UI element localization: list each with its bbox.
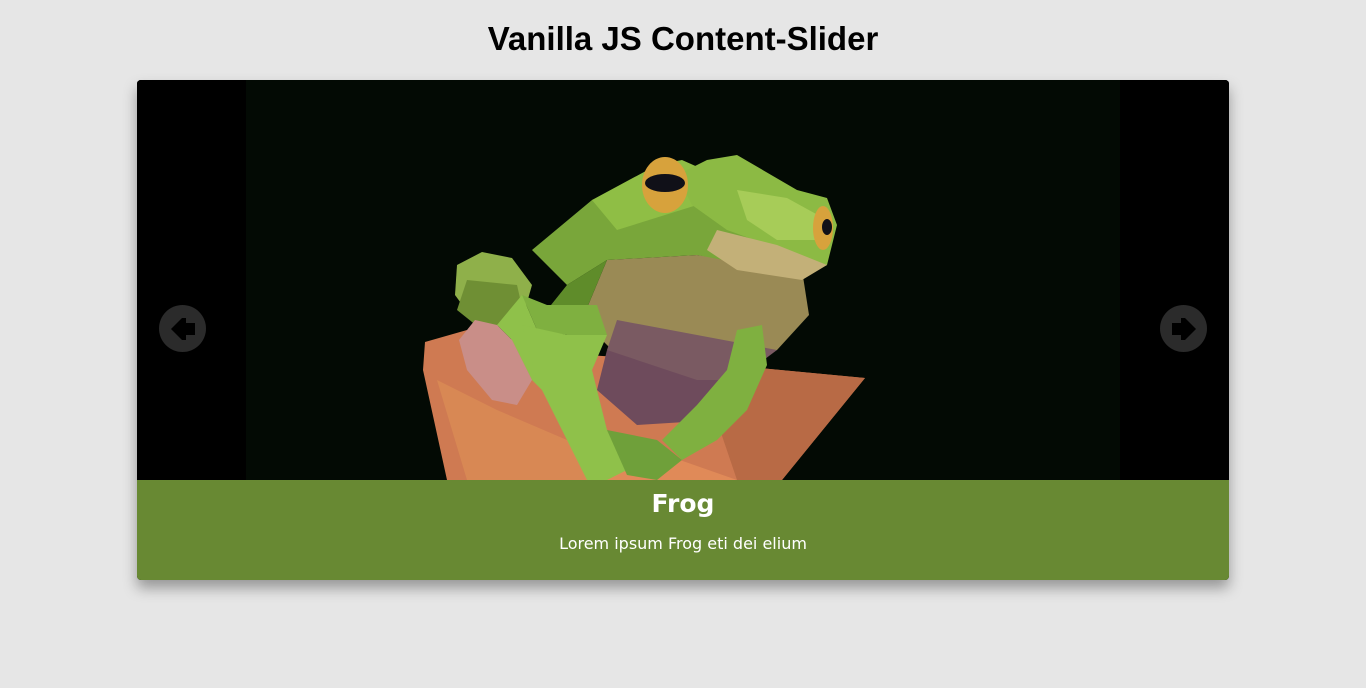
arrow-left-icon [170,317,195,340]
slide-image [137,80,1229,480]
slide-title: Frog [651,489,715,518]
arrow-right-icon [1171,317,1196,340]
content-slider: Frog Lorem ipsum Frog eti dei elium [137,80,1229,580]
frog-illustration [137,80,1229,480]
slide-description: Lorem ipsum Frog eti dei elium [559,534,807,553]
page-title: Vanilla JS Content-Slider [487,20,879,57]
next-slide-button[interactable] [1160,305,1207,352]
slide-caption: Frog Lorem ipsum Frog eti dei elium [137,480,1229,580]
previous-slide-button[interactable] [159,305,206,352]
